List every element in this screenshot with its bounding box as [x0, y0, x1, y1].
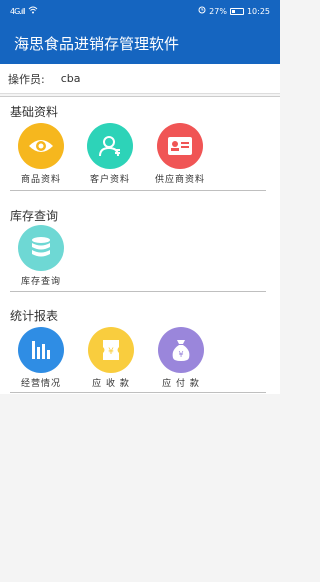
tile-label: 库存查询: [20, 277, 61, 287]
tile-label: 应 付 款: [162, 379, 200, 389]
tile-label: 经营情况: [20, 379, 61, 389]
section-divider: [10, 392, 266, 393]
battery-level: 27%: [209, 6, 227, 16]
section-title-reports: 统计报表: [10, 309, 59, 323]
section-title-basic-data: 基础资料: [10, 105, 59, 119]
tile-business-status[interactable]: 经营情况: [11, 327, 71, 389]
tile-supplier-data[interactable]: 供应商资料: [150, 123, 210, 185]
bar-chart-icon: [18, 327, 64, 373]
tile-customer-data[interactable]: 客户资料: [80, 123, 140, 185]
tile-receivables[interactable]: ¥ 应 收 款: [81, 327, 141, 389]
tile-product-data[interactable]: 商品资料: [11, 123, 71, 185]
tile-label: 商品资料: [20, 175, 61, 185]
id-card-icon: [157, 123, 203, 169]
tile-label: 客户资料: [89, 175, 130, 185]
tile-label: 应 收 款: [92, 379, 130, 389]
operator-name: cba: [60, 72, 81, 85]
person-icon: [87, 123, 133, 169]
ticket-icon: ¥: [88, 327, 134, 373]
app-title: 海思食品进销存管理软件: [14, 34, 180, 53]
operator-label: 操作员:: [8, 72, 45, 86]
tile-label: 供应商资料: [154, 175, 205, 185]
app-bar: 海思食品进销存管理软件: [0, 22, 280, 64]
status-bar: 4G.ıll 27% 10:25: [0, 0, 280, 22]
database-icon: [18, 225, 64, 271]
section-divider: [10, 190, 266, 191]
clock-time: 10:25: [246, 6, 270, 16]
signal-icon: 4G.ıll: [10, 6, 25, 16]
section-divider: [10, 291, 266, 292]
svg-text:¥: ¥: [178, 350, 183, 359]
money-bag-icon: ¥: [158, 327, 204, 373]
menu-panel: 基础资料 商品资料 客户资料 供应商资料 库存查询 库存查询 统计报表 经营情况: [0, 96, 280, 394]
wifi-icon: [28, 6, 38, 16]
tile-payables[interactable]: ¥ 应 付 款: [151, 327, 211, 389]
alarm-icon: [198, 6, 206, 16]
section-title-inventory: 库存查询: [10, 209, 59, 223]
svg-text:¥: ¥: [108, 347, 114, 357]
eye-icon: [18, 123, 64, 169]
tile-inventory-query[interactable]: 库存查询: [11, 225, 71, 287]
operator-row: 操作员: cba: [0, 64, 280, 94]
battery-icon: [229, 7, 244, 15]
